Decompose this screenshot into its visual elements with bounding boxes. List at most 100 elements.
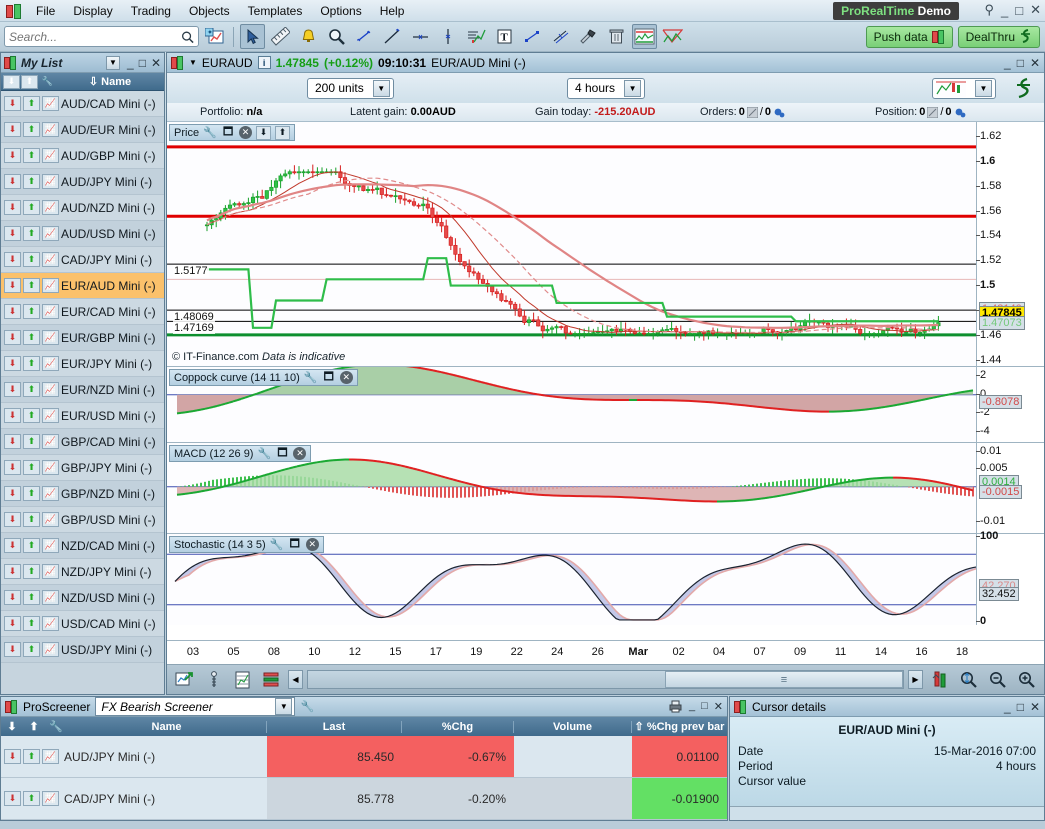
pattern-tool-button[interactable] [660, 24, 685, 49]
data-table-button[interactable] [230, 667, 255, 692]
sell-icon[interactable]: ⬇ [4, 304, 21, 319]
auto-scale-button[interactable] [927, 667, 952, 692]
chart-scrollbar[interactable]: ≡ [307, 670, 904, 689]
minimize-icon[interactable]: _ [689, 700, 695, 713]
sell-icon[interactable]: ⬇ [4, 382, 21, 397]
maximize-icon[interactable]: □ [1017, 700, 1024, 714]
sell-icon[interactable]: ⬇ [4, 226, 21, 241]
menu-item-objects[interactable]: Objects [180, 2, 239, 20]
column-header-volume[interactable]: Volume [514, 720, 632, 733]
chart-icon[interactable]: 📈 [42, 590, 59, 605]
chart-icon[interactable]: 📈 [42, 278, 59, 293]
macd-axis[interactable]: 0.010.005-0.010.00010.0014-0.0015 [975, 443, 1044, 533]
chart-icon[interactable]: 📈 [42, 226, 59, 241]
price-pane[interactable]: Price 🔧 🗖 ✕ ⬇ ⬆ 1.62 1.6 1.58 1.56 1.54 1.52 1… [167, 122, 1044, 367]
watchlist-item[interactable]: ⬇ ⬆ 📈 AUD/NZD Mini (-) [1, 195, 164, 221]
stochastic-pane-label[interactable]: Stochastic (14 3 5) 🔧 🗖 ✕ [169, 536, 324, 553]
maximize-icon[interactable]: □ [1015, 3, 1023, 18]
export-button[interactable] [172, 667, 197, 692]
minimize-icon[interactable]: _ [1001, 3, 1008, 18]
chevron-down-icon[interactable]: ▼ [975, 79, 992, 97]
buy-icon[interactable]: ⬆ [23, 96, 40, 111]
chart-plot-area[interactable]: Price 🔧 🗖 ✕ ⬇ ⬆ 1.62 1.6 1.58 1.56 1.54 1.52 1… [167, 122, 1044, 640]
buy-icon[interactable]: ⬆ [23, 304, 40, 319]
sell-icon[interactable]: ⬇ [4, 96, 21, 111]
search-input[interactable] [9, 29, 181, 44]
text-tool-button[interactable]: T [492, 24, 517, 49]
annotation-tool-button[interactable] [464, 24, 489, 49]
screener-rows[interactable]: ⬇ ⬆ 📈 AUD/JPY Mini (-) 85.450 -0.67% 0.01100 ⬇ ⬆… [1, 736, 727, 820]
scrollbar-thumb[interactable]: ≡ [665, 671, 903, 688]
macd-pane[interactable]: MACD (12 26 9) 🔧 🗖 ✕ 0.010.005-0.010.000… [167, 443, 1044, 534]
table-row[interactable]: ⬇ ⬆ 📈 CAD/JPY Mini (-) 85.778 -0.20% -0.01900 [1, 778, 727, 820]
coppock-pane-label[interactable]: Coppock curve (14 11 10) 🔧 🗖 ✕ [169, 369, 358, 386]
buy-icon[interactable]: ⬆ [23, 460, 40, 475]
sell-icon[interactable]: ⬇ [4, 174, 21, 189]
chart-icon[interactable]: 📈 [42, 486, 59, 501]
watchlist-item[interactable]: ⬇ ⬆ 📈 GBP/CAD Mini (-) [1, 429, 164, 455]
coppock-axis[interactable]: 2 0 -2 -4 -0.8078 [975, 367, 1044, 442]
menu-item-help[interactable]: Help [371, 2, 414, 20]
chart-icon[interactable]: 📈 [42, 200, 59, 215]
measure-button[interactable] [201, 667, 226, 692]
buy-icon[interactable]: ⬆ [23, 330, 40, 345]
segment-tool-button[interactable] [352, 24, 377, 49]
chevron-down-icon[interactable]: ▼ [624, 79, 642, 97]
chart-icon[interactable]: 📈 [42, 148, 59, 163]
column-header-last[interactable]: Last [267, 720, 402, 733]
watchlist-item[interactable]: ⬇ ⬆ 📈 CAD/JPY Mini (-) [1, 247, 164, 273]
menu-item-display[interactable]: Display [64, 2, 121, 20]
sell-icon[interactable]: ⬇ [4, 434, 21, 449]
maximize-icon[interactable]: □ [1017, 56, 1024, 70]
watchlist-item[interactable]: ⬇ ⬆ 📈 NZD/USD Mini (-) [1, 585, 164, 611]
watchlist-item[interactable]: ⬇ ⬆ 📈 AUD/CAD Mini (-) [1, 91, 164, 117]
wrench-icon[interactable]: 🔧 [300, 700, 315, 714]
table-row[interactable]: ⬇ ⬆ 📈 AUD/JPY Mini (-) 85.450 -0.67% 0.01100 [1, 736, 727, 778]
horizontal-line-tool-button[interactable] [408, 24, 433, 49]
chart-icon[interactable]: 📈 [42, 356, 59, 371]
pointer-tool-button[interactable] [240, 24, 265, 49]
timeframe-select[interactable]: 4 hours ▼ [567, 77, 646, 99]
chart-icon[interactable]: 📈 [42, 434, 59, 449]
chart-icon[interactable]: 📈 [42, 616, 59, 631]
buy-icon[interactable]: ⬆ [23, 122, 40, 137]
units-select[interactable]: 200 units ▼ [307, 77, 394, 99]
chart-dropdown-icon[interactable]: ▼ [189, 58, 197, 67]
close-icon[interactable]: ✕ [239, 126, 253, 139]
window-icon[interactable]: 🗖 [221, 126, 235, 140]
sell-icon[interactable]: ⬇ [4, 278, 21, 293]
menu-item-options[interactable]: Options [311, 2, 370, 20]
stochastic-pane[interactable]: Stochastic (14 3 5) 🔧 🗖 ✕ 100 0 42.270 32.4… [167, 530, 1044, 627]
watchlist-item[interactable]: ⬇ ⬆ 📈 EUR/JPY Mini (-) [1, 351, 164, 377]
chevron-down-icon[interactable]: ▼ [275, 698, 293, 716]
watchlist-rows[interactable]: ⬇ ⬆ 📈 AUD/CAD Mini (-) ⬇ ⬆ 📈 AUD/EUR Mini (-) ⬇ ⬆… [1, 91, 164, 694]
dealthru-chart-button[interactable] [1014, 77, 1034, 99]
watchlist-item[interactable]: ⬇ ⬆ 📈 NZD/CAD Mini (-) [1, 533, 164, 559]
watchlist-item[interactable]: ⬇ ⬆ 📈 GBP/USD Mini (-) [1, 507, 164, 533]
close-icon[interactable]: ✕ [339, 371, 353, 384]
sell-icon[interactable]: ⬇ [4, 200, 21, 215]
chart-icon[interactable]: 📈 [42, 564, 59, 579]
compare-button[interactable] [259, 667, 284, 692]
trendline-tool-button[interactable] [380, 24, 405, 49]
sell-icon[interactable]: ⬇ [4, 486, 21, 501]
buy-icon[interactable]: ⬆ [23, 278, 40, 293]
minimize-icon[interactable]: _ [1004, 56, 1011, 70]
column-header-chg[interactable]: %Chg [402, 720, 514, 733]
chevron-down-icon[interactable]: ▼ [372, 79, 390, 97]
zoom-fit-button[interactable] [956, 667, 981, 692]
parallel-lines-tool-button[interactable] [548, 24, 573, 49]
alert-tool-button[interactable] [296, 24, 321, 49]
chart-icon[interactable]: 📈 [42, 538, 59, 553]
menu-item-templates[interactable]: Templates [239, 2, 312, 20]
settings-tool-button[interactable] [576, 24, 601, 49]
close-icon[interactable]: ✕ [1030, 2, 1041, 18]
column-header-name[interactable]: Name [67, 720, 267, 733]
indicator-tool-button[interactable] [632, 24, 657, 49]
close-icon[interactable]: ✕ [305, 538, 319, 551]
chart-icon[interactable]: 📈 [42, 642, 59, 657]
watchlist-item[interactable]: ⬇ ⬆ 📈 EUR/CAD Mini (-) [1, 299, 164, 325]
minimize-icon[interactable]: _ [1004, 700, 1011, 714]
watchlist-item[interactable]: ⬇ ⬆ 📈 GBP/JPY Mini (-) [1, 455, 164, 481]
watchlist-item[interactable]: ⬇ ⬆ 📈 AUD/GBP Mini (-) [1, 143, 164, 169]
